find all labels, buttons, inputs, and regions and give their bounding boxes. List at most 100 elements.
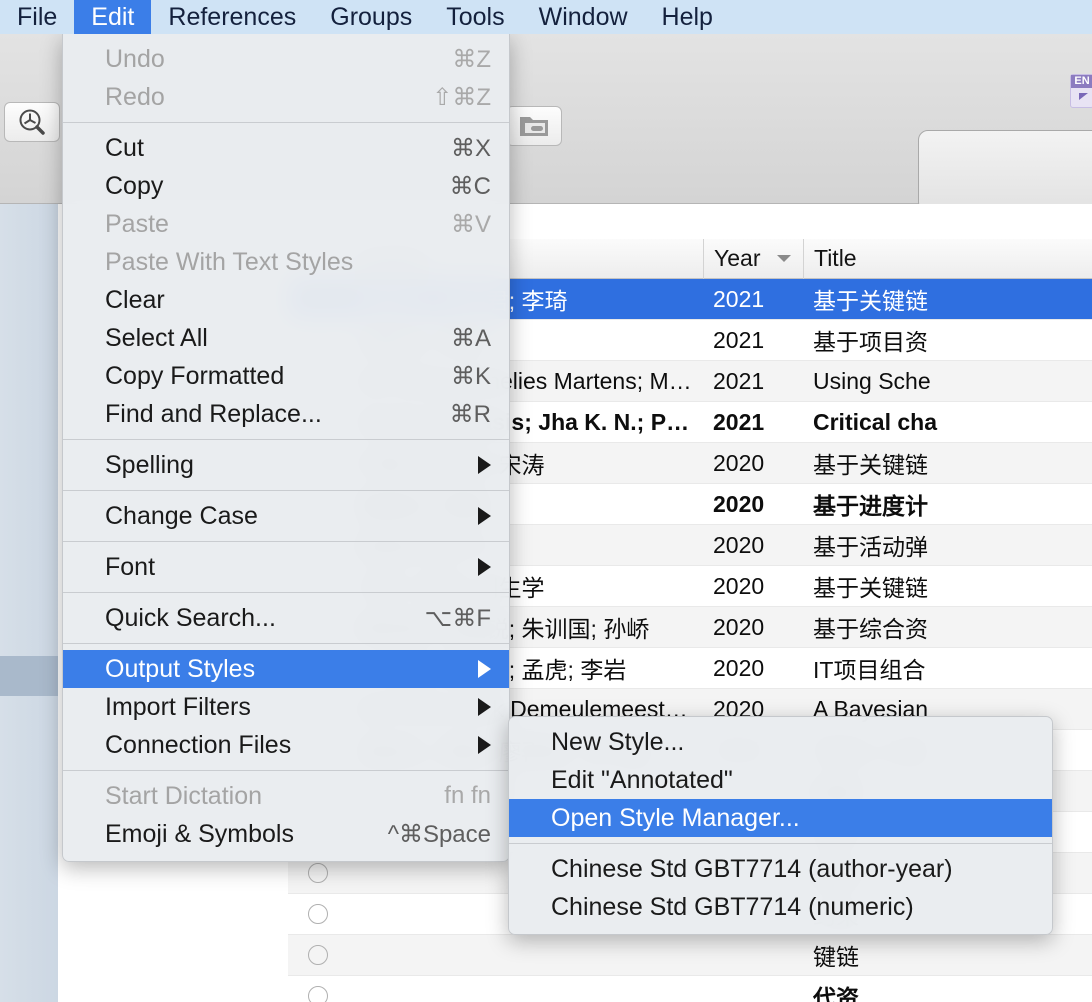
menu-item-label: Start Dictation xyxy=(105,781,263,810)
cell-year: 2020 xyxy=(713,613,765,640)
menu-item-shortcut: ⌥⌘F xyxy=(424,604,491,632)
menu-item-find-and-replace[interactable]: Find and Replace... ⌘R xyxy=(63,395,509,433)
menu-item-shortcut: ⇧⌘Z xyxy=(432,83,491,111)
menu-item-label: Font xyxy=(105,552,156,581)
cell-year: 2021 xyxy=(713,285,765,312)
submenu-separator xyxy=(509,843,1052,844)
table-row[interactable]: 键链 xyxy=(288,935,1092,976)
cell-year: 2021 xyxy=(713,408,765,435)
menu-item-shortcut: ⌘V xyxy=(450,210,491,238)
menubar-item-label: Help xyxy=(661,2,713,31)
cell-title: 基于活动弹 xyxy=(813,534,928,560)
menubar-item-tools[interactable]: Tools xyxy=(429,0,521,34)
menu-item-copy[interactable]: Copy ⌘C xyxy=(63,167,509,205)
cell-title: 基于关键链 xyxy=(813,575,928,601)
submenu-item-chinese-std-gbt7714-author-year[interactable]: Chinese Std GBT7714 (author-year) xyxy=(509,850,1052,888)
menu-item-quick-search[interactable]: Quick Search... ⌥⌘F xyxy=(63,599,509,637)
row-read-toggle[interactable] xyxy=(288,904,348,924)
menu-item-change-case[interactable]: Change Case xyxy=(63,497,509,535)
row-read-toggle[interactable] xyxy=(288,945,348,965)
menu-item-select-all[interactable]: Select All ⌘A xyxy=(63,319,509,357)
menu-item-copy-formatted[interactable]: Copy Formatted ⌘K xyxy=(63,357,509,395)
submenu-item-open-style-manager[interactable]: Open Style Manager... xyxy=(509,799,1052,837)
cell-year: 2020 xyxy=(713,490,765,517)
menu-item-label: Change Case xyxy=(105,501,258,530)
menu-item-label: Redo xyxy=(105,82,165,111)
menu-item-shortcut: ⌘A xyxy=(450,324,491,352)
menubar-item-references[interactable]: References xyxy=(151,0,313,34)
menubar-item-groups[interactable]: Groups xyxy=(313,0,429,34)
menu-item-font[interactable]: Font xyxy=(63,548,509,586)
menu-item-shortcut: ⌘R xyxy=(449,400,491,428)
menu-item-emoji-symbols[interactable]: Emoji & Symbols ^⌘Space xyxy=(63,815,509,853)
menubar-item-help[interactable]: Help xyxy=(645,0,730,34)
row-read-toggle[interactable] xyxy=(288,986,348,1002)
submenu-item-label: Open Style Manager... xyxy=(551,803,800,832)
submenu-item-label: Edit "Annotated" xyxy=(551,765,733,794)
menubar-item-edit[interactable]: Edit xyxy=(74,0,152,34)
pdf-search-button[interactable] xyxy=(4,102,60,142)
chevron-right-icon xyxy=(478,660,491,678)
app-root: EN rary Author Year Title 张静文; 刘婉君; 李琦20… xyxy=(0,0,1092,1002)
cell-year: 2021 xyxy=(713,367,765,394)
menu-item-label: Paste xyxy=(105,209,169,238)
input-source-badge[interactable]: EN xyxy=(1070,74,1092,108)
output-styles-submenu[interactable]: New Style... Edit "Annotated" Open Style M… xyxy=(508,716,1053,935)
circle-icon xyxy=(308,904,328,924)
chevron-right-icon xyxy=(478,558,491,576)
cell-year: 2020 xyxy=(713,654,765,681)
sidebar-selected-group[interactable] xyxy=(0,656,58,696)
menu-item-shortcut: ^⌘Space xyxy=(387,820,491,848)
row-read-toggle[interactable] xyxy=(288,863,348,883)
menu-item-label: Quick Search... xyxy=(105,603,276,632)
submenu-item-edit-annotated[interactable]: Edit "Annotated" xyxy=(509,761,1052,799)
menu-item-label: Copy Formatted xyxy=(105,361,285,390)
menu-item-shortcut: ⌘Z xyxy=(452,45,491,73)
cell-title: 基于关键链 xyxy=(813,452,928,478)
menubar-item-label: Groups xyxy=(330,2,413,31)
menu-separator xyxy=(63,490,509,491)
cell-year: 2020 xyxy=(713,449,765,476)
table-row[interactable]: 代资 xyxy=(288,976,1092,1002)
menu-bar[interactable]: File Edit References Groups Tools Window Help xyxy=(0,0,1092,34)
menu-item-label: Copy xyxy=(105,171,164,200)
column-header-title[interactable]: Title xyxy=(803,238,1092,279)
submenu-item-chinese-std-gbt7714-numeric[interactable]: Chinese Std GBT7714 (numeric) xyxy=(509,888,1052,926)
menu-separator xyxy=(63,439,509,440)
column-header-year[interactable]: Year xyxy=(703,238,803,279)
menu-item-label: Cut xyxy=(105,133,144,162)
chevron-right-icon xyxy=(478,456,491,474)
menu-item-spelling[interactable]: Spelling xyxy=(63,446,509,484)
menu-item-label: Paste With Text Styles xyxy=(105,247,354,276)
chevron-right-icon xyxy=(478,507,491,525)
circle-icon xyxy=(308,863,328,883)
edit-menu[interactable]: Undo ⌘Z Redo ⇧⌘Z Cut ⌘X Copy ⌘C Paste ⌘V Paste Wit… xyxy=(62,34,510,862)
menu-item-label: Clear xyxy=(105,285,165,314)
menu-item-cut[interactable]: Cut ⌘X xyxy=(63,129,509,167)
menu-item-label: Connection Files xyxy=(105,730,292,759)
cell-title: IT项目组合 xyxy=(813,657,926,683)
menubar-item-label: Edit xyxy=(91,2,135,31)
chevron-right-icon xyxy=(478,736,491,754)
submenu-item-label: Chinese Std GBT7714 (numeric) xyxy=(551,892,914,921)
menu-item-undo: Undo ⌘Z xyxy=(63,40,509,78)
menu-item-clear[interactable]: Clear xyxy=(63,281,509,319)
group-folder-button[interactable] xyxy=(506,106,562,146)
menu-item-connection-files[interactable]: Connection Files xyxy=(63,726,509,764)
menu-separator xyxy=(63,122,509,123)
cell-title: 基于综合资 xyxy=(813,616,928,642)
cell-title: Critical cha xyxy=(813,408,937,435)
menu-item-output-styles[interactable]: Output Styles xyxy=(63,650,509,688)
chevron-down-icon xyxy=(777,254,791,262)
search-field[interactable] xyxy=(918,130,1092,212)
submenu-item-label: Chinese Std GBT7714 (author-year) xyxy=(551,854,953,883)
menubar-item-window[interactable]: Window xyxy=(522,0,645,34)
groups-sidebar[interactable] xyxy=(0,204,58,1002)
submenu-item-new-style[interactable]: New Style... xyxy=(509,723,1052,761)
submenu-item-label: New Style... xyxy=(551,727,685,756)
cell-title: Using Sche xyxy=(813,367,931,394)
cell-title: 代资 xyxy=(813,985,859,1002)
column-header-year-label: Year xyxy=(714,245,761,271)
menubar-item-file[interactable]: File xyxy=(0,0,74,34)
menu-item-import-filters[interactable]: Import Filters xyxy=(63,688,509,726)
